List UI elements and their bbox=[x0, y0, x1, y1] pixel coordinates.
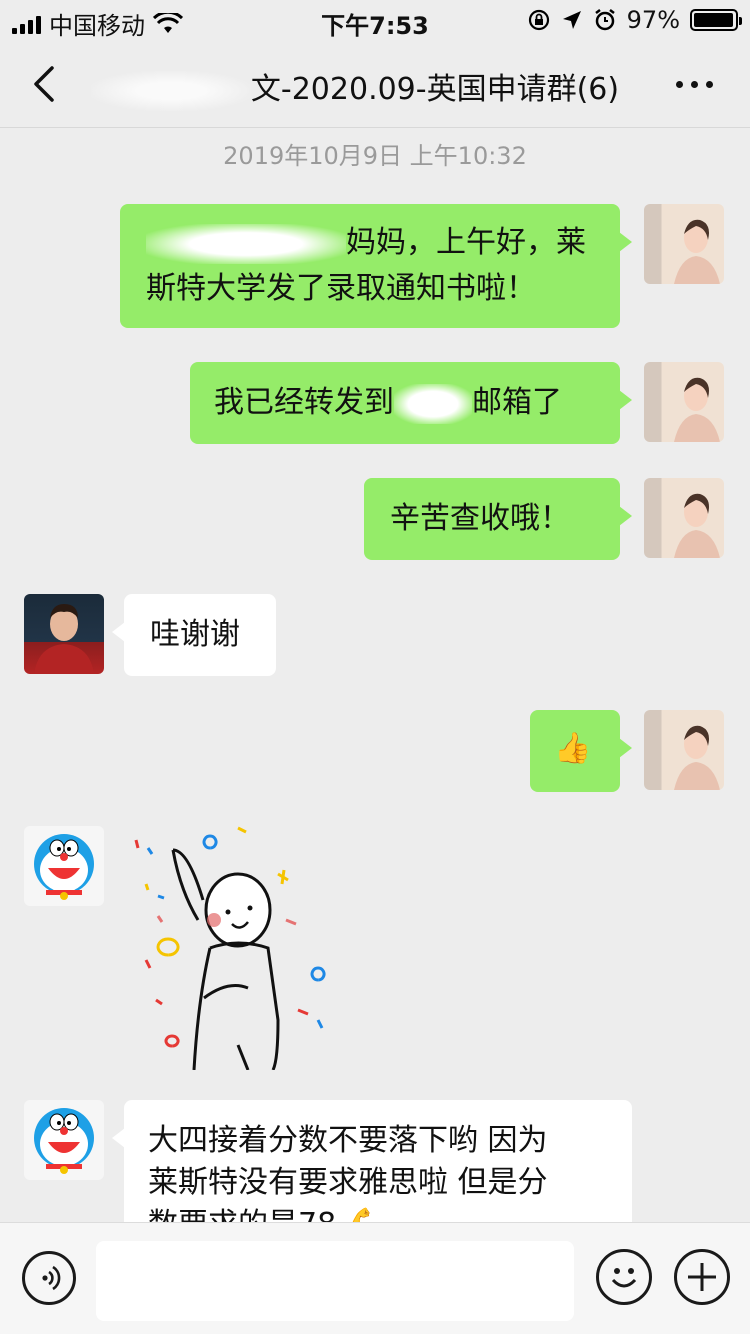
more-dot-icon bbox=[675, 80, 683, 88]
orientation-lock-icon bbox=[528, 9, 549, 31]
voice-button[interactable] bbox=[22, 1251, 76, 1305]
cheering-figure-icon bbox=[134, 826, 326, 1071]
battery-percent: 97% bbox=[626, 6, 680, 34]
avatar-self[interactable] bbox=[644, 362, 724, 442]
battery-icon bbox=[690, 9, 742, 31]
profile-photo-icon bbox=[674, 493, 720, 558]
message-text: 辛苦查收哦！ bbox=[390, 501, 570, 536]
voice-icon bbox=[42, 1265, 61, 1291]
plus-button[interactable] bbox=[674, 1249, 730, 1305]
profile-photo-icon bbox=[674, 219, 720, 284]
profile-photo-icon bbox=[674, 725, 720, 790]
message-text: 莱斯特没有要求雅思啦 但是分 bbox=[148, 1165, 548, 1200]
message-bubble-outgoing[interactable]: 妈妈，上午好，莱 斯特大学发了录取通知书啦！ bbox=[120, 204, 632, 328]
thumbs-up-emoji: 👍 bbox=[554, 731, 592, 766]
chat-title: 文-2020.09-英国申请群(6) bbox=[70, 64, 640, 111]
emoji-icon bbox=[611, 1268, 637, 1288]
profile-photo-icon bbox=[674, 377, 720, 442]
message-bubble-outgoing[interactable]: 辛苦查收哦！ bbox=[364, 478, 632, 560]
message-bubble-incoming[interactable]: 哇谢谢 bbox=[112, 594, 276, 676]
avatar-contact-doraemon[interactable] bbox=[24, 1100, 104, 1180]
title-redaction bbox=[90, 70, 251, 111]
more-button[interactable] bbox=[664, 62, 724, 106]
chat-title-text: 文-2020.09-英国申请群(6) bbox=[250, 72, 620, 107]
message-text: 妈妈，上午好，莱 bbox=[346, 225, 586, 260]
status-right: 97% bbox=[527, 6, 742, 34]
location-icon bbox=[562, 11, 581, 29]
avatar-contact-doraemon[interactable] bbox=[24, 826, 104, 906]
message-text: 斯特大学发了录取通知书啦！ bbox=[146, 271, 536, 306]
profile-photo-icon bbox=[34, 604, 94, 674]
message-bubble-outgoing[interactable]: 我已经转发到 邮箱了 bbox=[190, 362, 632, 444]
message-bubble-outgoing[interactable]: 👍 bbox=[530, 710, 632, 792]
avatar-self[interactable] bbox=[644, 710, 724, 790]
doraemon-icon bbox=[34, 1108, 94, 1174]
battery-fill bbox=[694, 13, 733, 27]
alarm-icon bbox=[594, 9, 615, 31]
message-line: 妈妈，上午好，莱 bbox=[146, 220, 594, 266]
message-timestamp: 2019年10月9日 上午10:32 bbox=[223, 142, 527, 170]
chevron-left-icon bbox=[34, 66, 54, 102]
message-text: 哇谢谢 bbox=[150, 617, 240, 652]
chat-header: 文-2020.09-英国申请群(6) bbox=[0, 40, 750, 128]
message-input[interactable] bbox=[96, 1241, 574, 1321]
avatar-self[interactable] bbox=[644, 204, 724, 284]
status-bar: 中国移动 下午7:53 97% bbox=[0, 0, 750, 40]
more-dot-icon bbox=[705, 80, 713, 88]
avatar-contact-player[interactable] bbox=[24, 594, 104, 674]
emoji-button[interactable] bbox=[596, 1249, 652, 1305]
celebration-sticker[interactable] bbox=[128, 820, 348, 1071]
input-bar bbox=[0, 1222, 750, 1334]
back-button[interactable] bbox=[22, 60, 70, 108]
doraemon-icon bbox=[34, 834, 94, 900]
message-text: 邮箱了 bbox=[472, 385, 562, 420]
text-redaction bbox=[394, 383, 472, 424]
message-text: 大四接着分数不要落下哟 因为 bbox=[148, 1123, 548, 1158]
avatar-self[interactable] bbox=[644, 478, 724, 558]
message-text: 我已经转发到 bbox=[214, 385, 394, 420]
text-redaction bbox=[146, 223, 346, 264]
more-dot-icon bbox=[690, 80, 698, 88]
